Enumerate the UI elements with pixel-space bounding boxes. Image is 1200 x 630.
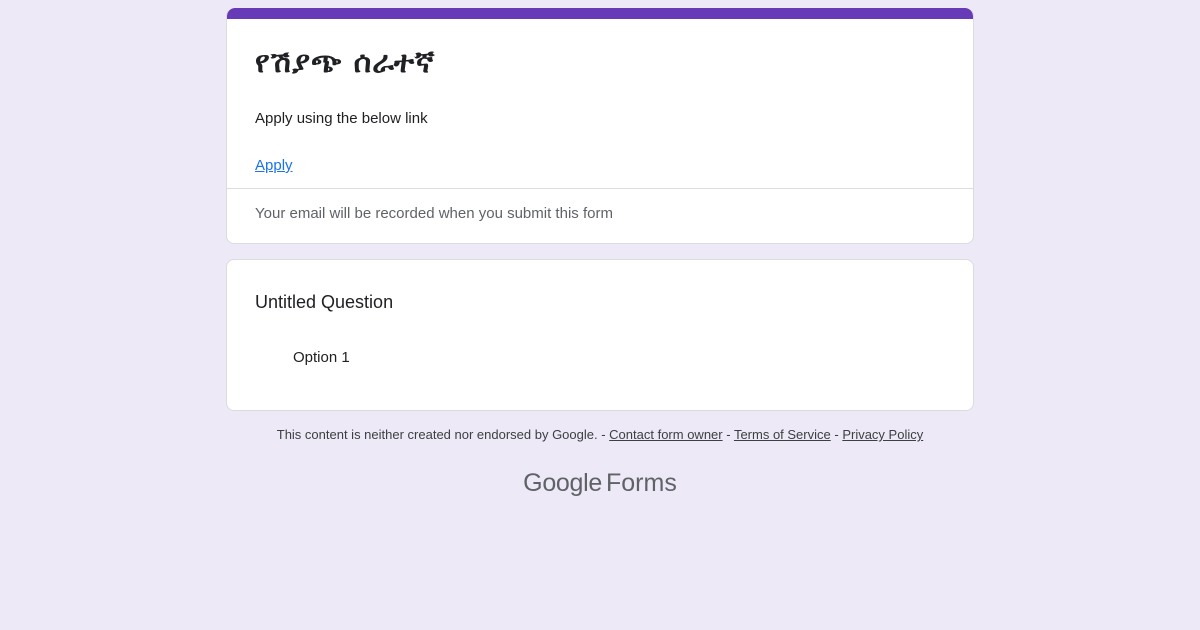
form-header-body: የሽያጭ ሰራተኛ Apply using the below link App… (227, 19, 973, 188)
contact-owner-link[interactable]: Contact form owner (609, 427, 722, 442)
terms-link[interactable]: Terms of Service (734, 427, 831, 442)
footer-separator: - (597, 427, 610, 442)
footer-separator: - (722, 427, 734, 442)
option-item[interactable]: Option 1 (255, 348, 945, 368)
question-card: Untitled Question Option 1 (226, 259, 974, 411)
accent-bar (227, 8, 973, 19)
form-container: የሽያጭ ሰራተኛ Apply using the below link App… (226, 8, 974, 411)
footer-disclaimer: This content is neither created nor endo… (276, 427, 598, 442)
form-description: Apply using the below link (255, 110, 428, 127)
footer-separator: - (830, 427, 843, 442)
privacy-link[interactable]: Privacy Policy (842, 427, 923, 442)
google-wordmark: Google (523, 469, 602, 497)
apply-link[interactable]: Apply (255, 156, 293, 176)
email-recorded-note: Your email will be recorded when you sub… (255, 205, 613, 222)
form-title: የሽያጭ ሰራተኛ (255, 45, 436, 80)
option-label: Option 1 (293, 349, 350, 366)
form-header-card: የሽያጭ ሰራተኛ Apply using the below link App… (226, 8, 974, 244)
forms-wordmark: Forms (606, 469, 677, 497)
footer: This content is neither created nor endo… (0, 426, 1200, 444)
google-forms-logo[interactable]: Google Forms (0, 466, 1200, 500)
question-title: Untitled Question (255, 292, 394, 312)
